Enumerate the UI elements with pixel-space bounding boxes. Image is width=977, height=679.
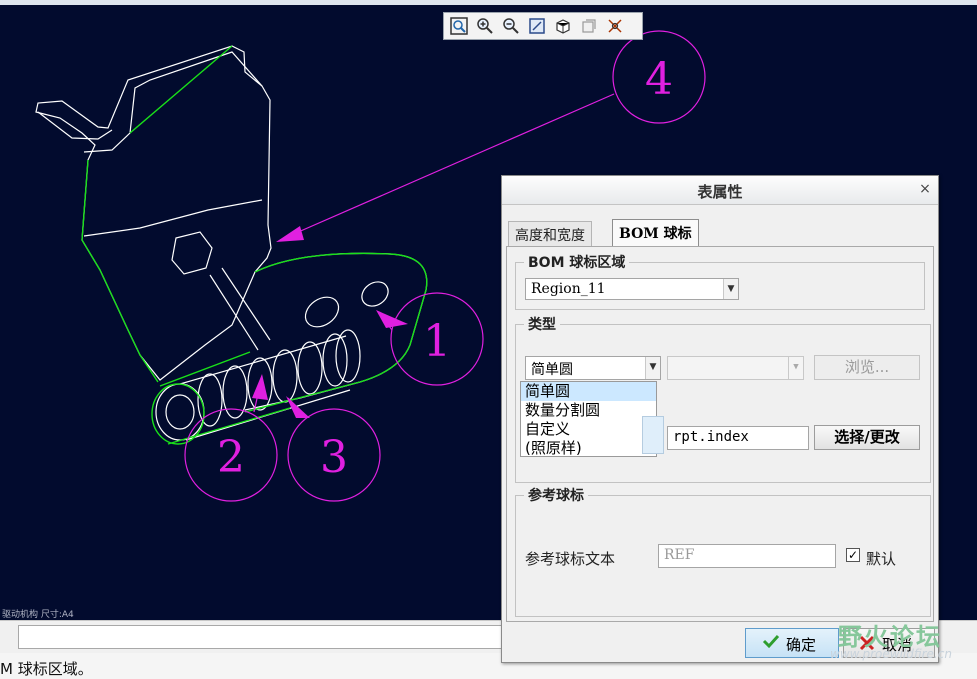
zoom-in-icon[interactable] xyxy=(474,15,496,37)
top-border xyxy=(0,0,977,5)
browse-button[interactable]: 浏览... xyxy=(814,355,920,380)
highlighted-edges xyxy=(81,45,428,445)
checkmark-icon xyxy=(762,632,780,654)
dropdown-option-custom[interactable]: 自定义 xyxy=(521,420,656,439)
dialog-title: 表属性 xyxy=(697,183,743,201)
index-file-field[interactable]: rpt.index xyxy=(667,426,809,450)
chevron-down-icon: ▼ xyxy=(723,279,738,299)
default-checkbox-label: 默认 xyxy=(866,550,897,568)
view-toolbar xyxy=(443,12,643,40)
dropdown-option-as-is[interactable]: (照原样) xyxy=(521,439,656,456)
dropdown-scroll-highlight xyxy=(642,416,664,454)
chevron-down-icon: ▼ xyxy=(645,357,660,379)
reference-balloon-group: 参考球标 参考球标文本 REF ✓ 默认 xyxy=(515,485,931,617)
dialog-titlebar[interactable]: 表属性 × xyxy=(502,176,938,205)
drawing-info-text: 驱动机构 尺寸:A4 xyxy=(2,610,74,620)
chevron-down-icon: ▼ xyxy=(788,357,803,379)
default-checkbox[interactable]: ✓ xyxy=(846,548,860,562)
ok-button[interactable]: 确定 xyxy=(745,628,839,658)
zoom-window-icon[interactable] xyxy=(448,15,470,37)
watermark-url: www.proewildfire.cn xyxy=(830,647,952,661)
region-dropdown[interactable]: Region_11 ▼ xyxy=(525,278,739,300)
dropdown-option-simple-circle[interactable]: 简单圆 xyxy=(521,382,656,401)
type-dropdown-list: 简单圆 数量分割圆 自定义 (照原样) xyxy=(520,381,657,457)
datum-display-icon[interactable] xyxy=(604,15,626,37)
type-dropdown-value: 简单圆 xyxy=(531,362,573,378)
reference-text-label: 参考球标文本 xyxy=(525,550,616,568)
zoom-out-icon[interactable] xyxy=(500,15,522,37)
bom-region-group-title: BOM 球标区域 xyxy=(524,252,630,272)
command-input[interactable] xyxy=(18,625,503,649)
balloon-2-number: 2 xyxy=(217,432,245,483)
part-outline xyxy=(35,45,428,441)
type-group-title: 类型 xyxy=(524,314,560,334)
status-message: M 球标区域。 xyxy=(0,660,93,678)
display-style-icon[interactable] xyxy=(552,15,574,37)
ok-button-label: 确定 xyxy=(786,636,817,654)
type-dropdown[interactable]: 简单圆 ▼ xyxy=(525,356,661,380)
balloon-4-number: 4 xyxy=(645,54,673,105)
secondary-dropdown[interactable]: ▼ xyxy=(667,356,804,380)
dropdown-option-quantity-split-circle[interactable]: 数量分割圆 xyxy=(521,401,656,420)
balloon-1-number: 1 xyxy=(423,316,451,367)
region-dropdown-value: Region_11 xyxy=(531,281,606,297)
repaint-icon[interactable] xyxy=(526,15,548,37)
tab-height-width[interactable]: 高度和宽度 xyxy=(508,221,592,246)
balloon-3-number: 3 xyxy=(320,432,348,483)
bom-region-group: BOM 球标区域 Region_11 ▼ xyxy=(515,252,925,310)
reference-text-field[interactable]: REF xyxy=(658,544,836,568)
forum-watermark: 野火论坛 www.proewildfire.cn xyxy=(830,617,968,667)
view-orient-icon[interactable] xyxy=(578,15,600,37)
select-change-button[interactable]: 选择/更改 xyxy=(814,425,920,450)
reference-balloon-group-title: 参考球标 xyxy=(524,485,588,505)
tab-bom-balloon[interactable]: BOM 球标 xyxy=(612,219,699,247)
table-properties-dialog: 表属性 × 高度和宽度 BOM 球标 BOM 球标区域 Region_11 ▼ … xyxy=(501,175,939,663)
close-icon[interactable]: × xyxy=(916,180,934,198)
